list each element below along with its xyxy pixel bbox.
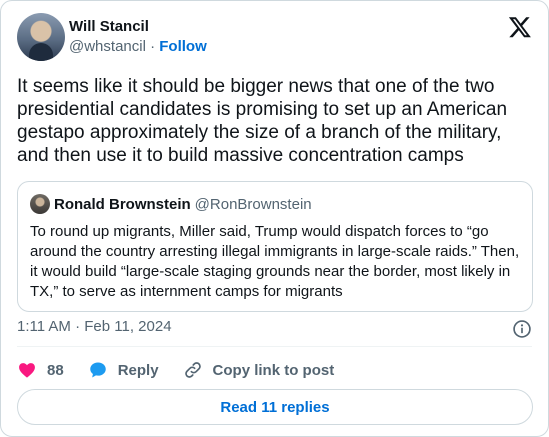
tweet-card: Will Stancil @whstancil · Follow It seem… [0,0,549,437]
author-avatar[interactable] [17,13,65,61]
copy-link-label: Copy link to post [212,361,335,379]
action-bar: 88 Reply Copy link to post [17,358,358,382]
quoted-text: To round up migrants, Miller said, Trump… [30,223,520,300]
read-replies-label: Read 11 replies [220,398,330,416]
quoted-avatar [30,194,50,214]
author-header: Will Stancil @whstancil · Follow [17,13,207,61]
quoted-author-handle: @RonBrownstein [194,195,312,213]
copy-link-button[interactable]: Copy link to post [183,360,335,380]
link-icon [184,362,201,378]
like-count: 88 [47,361,64,379]
tweet-timestamp[interactable]: 1:11 AM · Feb 11, 2024 [17,317,172,337]
like-button[interactable]: 88 [17,360,64,380]
divider [17,346,532,347]
quoted-header: Ronald Brownstein @RonBrownstein [30,194,520,214]
author-subline: @whstancil · Follow [69,37,207,57]
reply-button[interactable]: Reply [88,360,159,380]
author-handle[interactable]: @whstancil [69,38,146,55]
quoted-tweet[interactable]: Ronald Brownstein @RonBrownstein To roun… [17,181,533,312]
info-icon[interactable] [512,319,532,339]
separator-dot: · [150,38,156,55]
x-logo-icon[interactable] [508,15,532,39]
author-names: Will Stancil @whstancil · Follow [69,17,207,57]
quoted-author-name: Ronald Brownstein [54,195,191,213]
follow-button[interactable]: Follow [159,38,207,55]
author-name[interactable]: Will Stancil [69,17,207,37]
reply-label: Reply [117,361,159,379]
tweet-text: It seems like it should be bigger news t… [17,76,508,166]
read-replies-button[interactable]: Read 11 replies [17,389,533,425]
heart-icon [19,363,35,378]
speech-bubble-icon [89,362,106,378]
